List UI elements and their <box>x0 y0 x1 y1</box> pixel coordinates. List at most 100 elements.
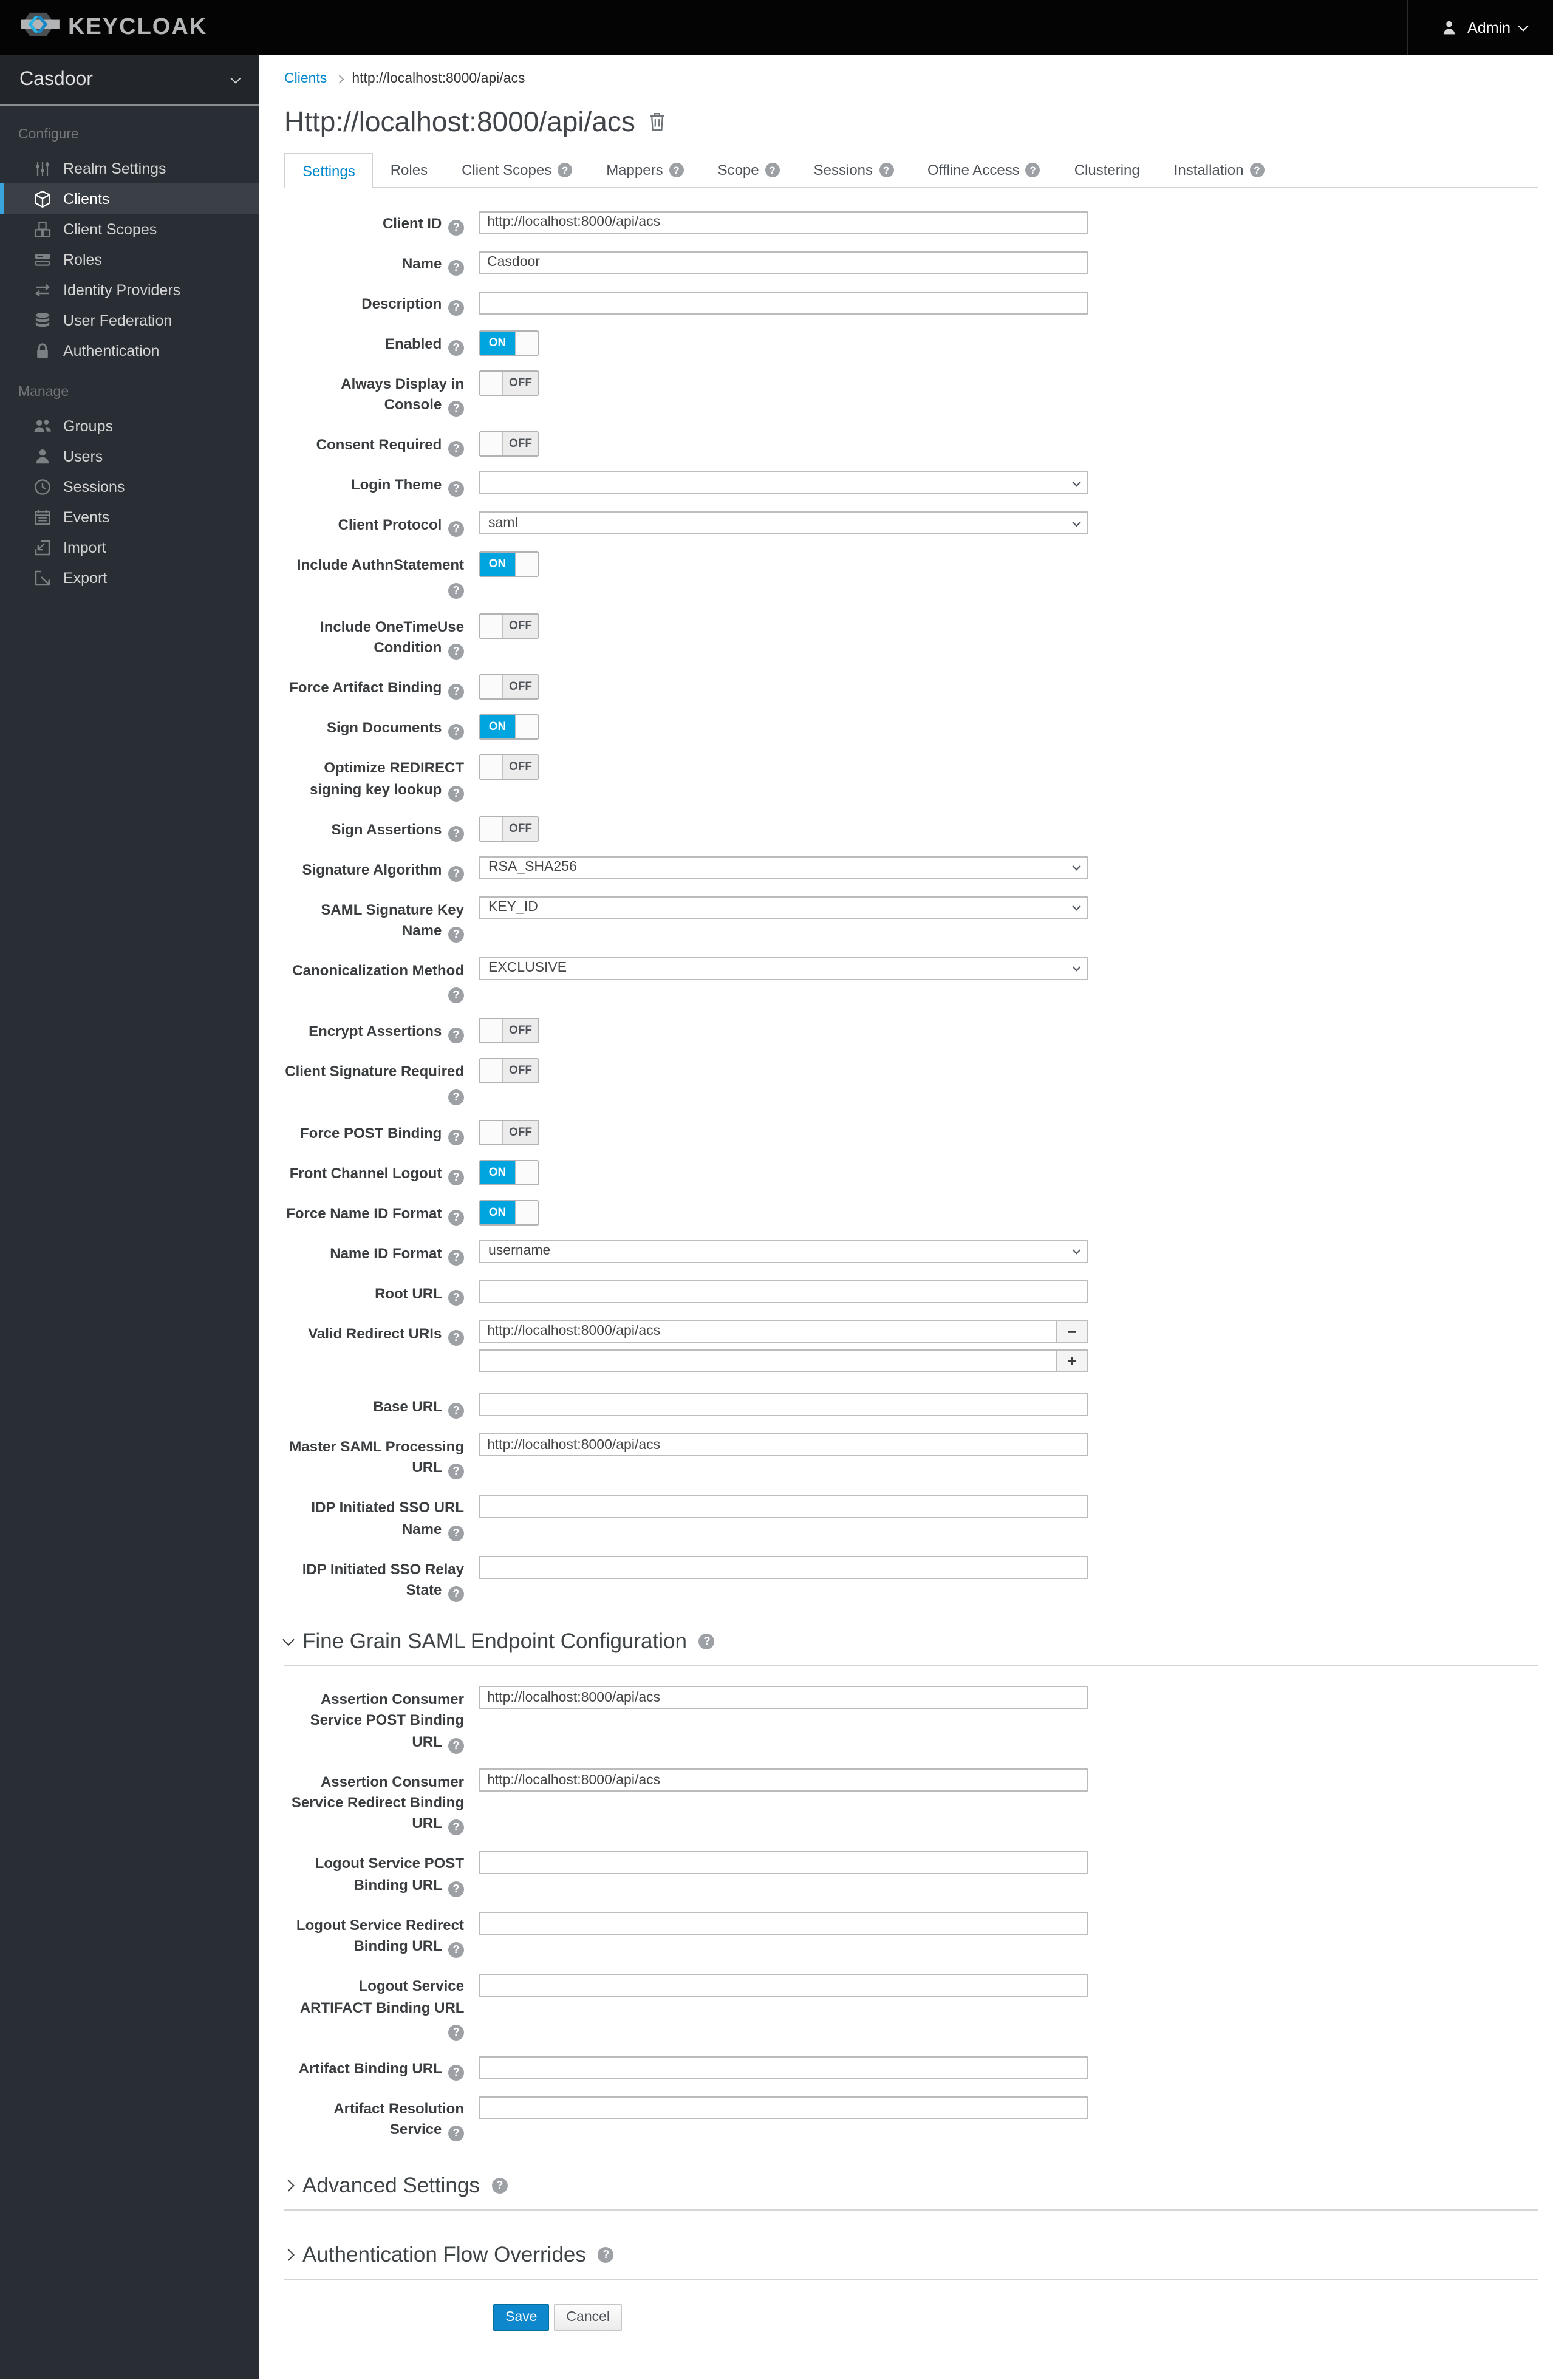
always-display-in-console-toggle[interactable]: OFF <box>479 370 539 396</box>
help-icon[interactable]: ? <box>448 2065 464 2081</box>
tab-offline-access[interactable]: Offline Access? <box>910 153 1057 187</box>
saml-signature-key-name-select[interactable]: KEY_ID <box>479 896 1088 919</box>
help-icon[interactable]: ? <box>448 1942 464 1959</box>
help-icon[interactable]: ? <box>448 521 464 537</box>
help-icon[interactable]: ? <box>448 785 464 802</box>
help-icon[interactable]: ? <box>448 644 464 660</box>
help-icon[interactable]: ? <box>448 724 464 740</box>
help-icon[interactable]: ? <box>448 1402 464 1419</box>
help-icon[interactable]: ? <box>448 1089 464 1105</box>
help-icon[interactable]: ? <box>448 300 464 316</box>
help-icon[interactable]: ? <box>448 340 464 356</box>
logout-service-redirect-binding-url-input[interactable] <box>479 1912 1088 1935</box>
cancel-button[interactable]: Cancel <box>554 2304 623 2331</box>
help-icon[interactable]: ? <box>491 2178 508 2194</box>
sidebar-item-roles[interactable]: Roles <box>0 244 259 274</box>
sidebar-item-user-federation[interactable]: User Federation <box>0 305 259 335</box>
breadcrumb-link-clients[interactable]: Clients <box>284 72 327 86</box>
help-icon[interactable]: ? <box>448 441 464 457</box>
sidebar-item-sessions[interactable]: Sessions <box>0 471 259 502</box>
help-icon[interactable]: ? <box>448 926 464 943</box>
help-icon[interactable]: ? <box>448 987 464 1004</box>
help-icon[interactable]: ? <box>448 481 464 497</box>
artifact-binding-url-input[interactable] <box>479 2056 1088 2079</box>
help-icon[interactable]: ? <box>448 1586 464 1602</box>
sidebar-item-users[interactable]: Users <box>0 441 259 471</box>
redirect-uri-input-0[interactable] <box>479 1320 1056 1343</box>
force-name-id-format-toggle[interactable]: ON <box>479 1199 539 1226</box>
root-url-input[interactable] <box>479 1280 1088 1304</box>
base-url-input[interactable] <box>479 1393 1088 1417</box>
force-artifact-binding-toggle[interactable]: OFF <box>479 674 539 700</box>
help-icon[interactable]: ? <box>879 163 894 177</box>
help-icon[interactable]: ? <box>448 260 464 276</box>
tab-sessions[interactable]: Sessions? <box>797 153 910 187</box>
force-post-binding-toggle[interactable]: OFF <box>479 1119 539 1145</box>
help-icon[interactable]: ? <box>448 2126 464 2142</box>
section-toggle-authentication-flow-overrides[interactable]: Authentication Flow Overrides? <box>282 2243 1537 2268</box>
help-icon[interactable]: ? <box>448 401 464 417</box>
encrypt-assertions-toggle[interactable]: OFF <box>479 1018 539 1044</box>
help-icon[interactable]: ? <box>598 2247 614 2263</box>
section-toggle-fine-grain-saml-endpoint-configuration[interactable]: Fine Grain SAML Endpoint Configuration? <box>282 1629 1537 1654</box>
help-icon[interactable]: ? <box>448 1169 464 1185</box>
idp-initiated-sso-url-name-input[interactable] <box>479 1495 1088 1518</box>
sidebar-item-identity-providers[interactable]: Identity Providers <box>0 274 259 305</box>
help-icon[interactable]: ? <box>448 1329 464 1346</box>
help-icon[interactable]: ? <box>558 163 573 177</box>
master-saml-processing-url-input[interactable] <box>479 1433 1088 1457</box>
help-icon[interactable]: ? <box>448 2025 464 2041</box>
tab-roles[interactable]: Roles <box>374 153 445 187</box>
realm-selector[interactable]: Casdoor <box>0 55 259 106</box>
help-icon[interactable]: ? <box>448 825 464 842</box>
sidebar-item-client-scopes[interactable]: Client Scopes <box>0 214 259 244</box>
include-onetimeuse-condition-toggle[interactable]: OFF <box>479 613 539 639</box>
enabled-toggle[interactable]: ON <box>479 330 539 356</box>
tab-installation[interactable]: Installation? <box>1157 153 1282 187</box>
consent-required-toggle[interactable]: OFF <box>479 431 539 457</box>
assertion-consumer-service-post-binding-url-input[interactable] <box>479 1686 1088 1710</box>
tab-mappers[interactable]: Mappers? <box>589 153 700 187</box>
login-theme-select[interactable] <box>479 471 1088 495</box>
help-icon[interactable]: ? <box>1249 163 1265 177</box>
sidebar-item-groups[interactable]: Groups <box>0 411 259 441</box>
idp-initiated-sso-relay-state-input[interactable] <box>479 1556 1088 1580</box>
save-button[interactable]: Save <box>493 2304 550 2331</box>
name-input[interactable] <box>479 251 1088 274</box>
help-icon[interactable]: ? <box>448 1209 464 1226</box>
client-protocol-select[interactable]: saml <box>479 511 1088 535</box>
include-authnstatement-toggle[interactable]: ON <box>479 551 539 578</box>
description-input[interactable] <box>479 291 1088 314</box>
tab-settings[interactable]: Settings <box>284 153 374 188</box>
help-icon[interactable]: ? <box>448 1129 464 1145</box>
assertion-consumer-service-redirect-binding-url-input[interactable] <box>479 1768 1088 1792</box>
help-icon[interactable]: ? <box>448 684 464 700</box>
sidebar-item-import[interactable]: Import <box>0 532 259 562</box>
remove-redirect-uri-button[interactable]: − <box>1056 1320 1088 1343</box>
front-channel-logout-toggle[interactable]: ON <box>479 1159 539 1185</box>
signature-algorithm-select[interactable]: RSA_SHA256 <box>479 856 1088 879</box>
tab-scope[interactable]: Scope? <box>701 153 797 187</box>
sidebar-item-clients[interactable]: Clients <box>0 183 259 214</box>
help-icon[interactable]: ? <box>448 865 464 882</box>
help-icon[interactable]: ? <box>448 1881 464 1897</box>
help-icon[interactable]: ? <box>1025 163 1040 177</box>
user-menu[interactable]: Admin <box>1407 0 1553 55</box>
sidebar-item-realm-settings[interactable]: Realm Settings <box>0 153 259 183</box>
client-id-input[interactable] <box>479 211 1088 234</box>
tab-clustering[interactable]: Clustering <box>1057 153 1157 187</box>
help-icon[interactable]: ? <box>448 1249 464 1266</box>
sidebar-item-export[interactable]: Export <box>0 562 259 593</box>
section-toggle-advanced-settings[interactable]: Advanced Settings? <box>282 2174 1537 2199</box>
help-icon[interactable]: ? <box>448 582 464 599</box>
help-icon[interactable]: ? <box>448 1525 464 1541</box>
help-icon[interactable]: ? <box>448 1464 464 1480</box>
help-icon[interactable]: ? <box>448 1819 464 1836</box>
name-id-format-select[interactable]: username <box>479 1239 1088 1263</box>
add-redirect-uri-button[interactable]: + <box>1056 1349 1088 1372</box>
tab-client-scopes[interactable]: Client Scopes? <box>445 153 589 187</box>
delete-client-button[interactable] <box>649 111 666 137</box>
help-icon[interactable]: ? <box>448 1028 464 1044</box>
help-icon[interactable]: ? <box>698 1633 715 1649</box>
help-icon[interactable]: ? <box>448 1289 464 1306</box>
